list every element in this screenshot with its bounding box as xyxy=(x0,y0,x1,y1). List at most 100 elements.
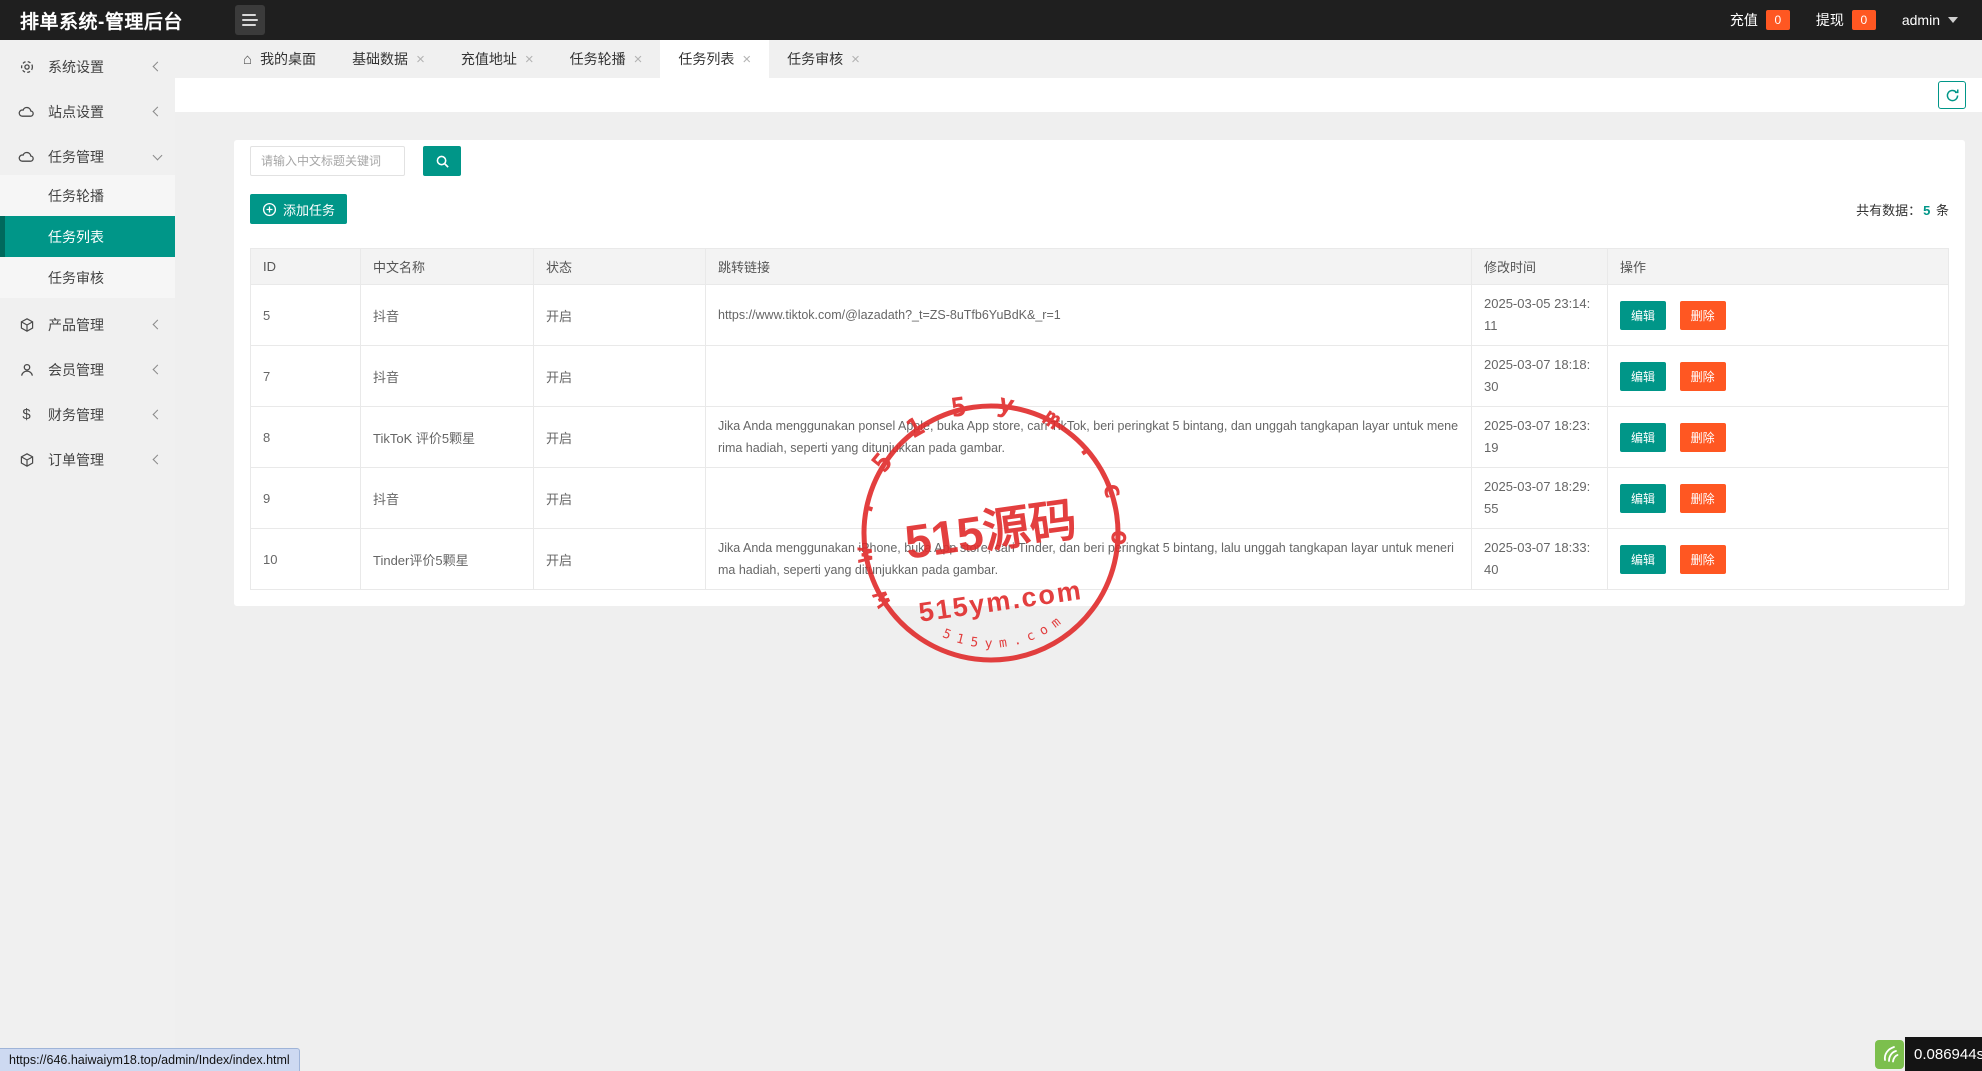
delete-button[interactable]: 删除 xyxy=(1679,422,1726,452)
col-header-name: 中文名称 xyxy=(360,248,534,285)
table-row: 10 Tinder评价5颗星 开启 Jika Anda menggunakan … xyxy=(250,528,1949,590)
chevron-left-icon xyxy=(152,319,163,330)
tab-task-review[interactable]: 任务审核 × xyxy=(769,40,878,78)
user-menu[interactable]: admin xyxy=(1902,12,1958,28)
cell-id: 10 xyxy=(250,528,361,590)
refresh-button[interactable] xyxy=(1938,81,1966,109)
col-header-ops: 操作 xyxy=(1607,248,1949,285)
link-preview-tooltip: https://646.haiwaiym18.top/admin/Index/i… xyxy=(0,1048,300,1071)
delete-button[interactable]: 删除 xyxy=(1679,483,1726,513)
toolbar-strip xyxy=(175,78,1982,112)
sidebar-item-system-settings[interactable]: 系统设置 xyxy=(0,48,175,85)
gear-icon xyxy=(18,58,35,75)
withdraw-label: 提现 xyxy=(1815,12,1844,28)
task-table: ID 中文名称 状态 跳转链接 修改时间 操作 5 抖音 开启 https://… xyxy=(250,248,1949,590)
table-row: 9 抖音 开启 2025-03-07 18:29:55 编辑 删除 xyxy=(250,467,1949,529)
sidebar-item-task-list[interactable]: 任务列表 xyxy=(0,216,175,257)
edit-button[interactable]: 编辑 xyxy=(1620,483,1667,513)
tab-label: 任务轮播 xyxy=(569,51,626,67)
cell-ops: 编辑 删除 xyxy=(1607,345,1949,407)
sidebar-item-task-management[interactable]: 任务管理 xyxy=(0,138,175,175)
cell-status: 开启 xyxy=(533,528,706,590)
sidebar-item-task-review[interactable]: 任务审核 xyxy=(0,257,175,298)
tab-label: 任务审核 xyxy=(787,51,844,67)
hamburger-menu-icon[interactable] xyxy=(235,5,265,35)
cell-status: 开启 xyxy=(533,467,706,529)
chevron-left-icon xyxy=(152,409,163,420)
cell-link xyxy=(705,345,1472,407)
cell-name: 抖音 xyxy=(360,284,534,346)
close-icon[interactable]: × xyxy=(525,52,534,67)
dollar-icon: $ xyxy=(22,406,31,423)
tab-recharge-address[interactable]: 充值地址 × xyxy=(443,40,552,78)
sidebar-item-label: 订单管理 xyxy=(48,451,104,468)
sidebar-item-order-management[interactable]: 订单管理 xyxy=(0,441,175,478)
edit-button[interactable]: 编辑 xyxy=(1620,544,1667,574)
close-icon[interactable]: × xyxy=(742,52,751,67)
col-header-link: 跳转链接 xyxy=(705,248,1472,285)
tab-task-carousel[interactable]: 任务轮播 × xyxy=(552,40,661,78)
sidebar-item-finance-management[interactable]: $ 财务管理 xyxy=(0,396,175,433)
total-count-text: 共有数据： 5 条 xyxy=(1856,200,1949,219)
add-task-button[interactable]: 添加任务 xyxy=(250,194,348,224)
sidebar-item-site-settings[interactable]: 站点设置 xyxy=(0,93,175,130)
cell-id: 9 xyxy=(250,467,361,529)
close-icon[interactable]: × xyxy=(416,52,425,67)
cell-link: Jika Anda menggunakan ponsel Apple, buka… xyxy=(705,406,1472,468)
plus-circle-icon xyxy=(262,202,277,217)
table-row: 7 抖音 开启 2025-03-07 18:18:30 编辑 删除 xyxy=(250,345,1949,407)
sidebar-item-member-management[interactable]: 会员管理 xyxy=(0,351,175,388)
close-icon[interactable]: × xyxy=(851,52,860,67)
delete-button[interactable]: 删除 xyxy=(1679,361,1726,391)
cell-status: 开启 xyxy=(533,284,706,346)
cell-ops: 编辑 删除 xyxy=(1607,284,1949,346)
recharge-label: 充值 xyxy=(1729,12,1758,28)
chevron-down-icon xyxy=(1948,17,1958,23)
sidebar-item-task-carousel[interactable]: 任务轮播 xyxy=(0,175,175,216)
recharge-link[interactable]: 充值 0 xyxy=(1730,10,1790,30)
cell-link: Jika Anda menggunakan iPhone, buka App s… xyxy=(705,528,1472,590)
cell-ops: 编辑 删除 xyxy=(1607,406,1949,468)
close-icon[interactable]: × xyxy=(634,52,643,67)
chevron-down-icon xyxy=(152,150,163,160)
sidebar-item-label: 会员管理 xyxy=(48,361,104,378)
search-button[interactable] xyxy=(423,146,461,176)
withdraw-link[interactable]: 提现 0 xyxy=(1816,10,1876,30)
col-header-id: ID xyxy=(250,248,361,285)
add-task-label: 添加任务 xyxy=(283,202,336,218)
cell-time: 2025-03-07 18:23:19 xyxy=(1471,406,1608,468)
main-content: ⌂ 我的桌面 基础数据 × 充值地址 × 任务轮播 × 任务列表 × 任务审核 … xyxy=(175,40,1982,1071)
sidebar: 系统设置 站点设置 任务管理 任务轮播 任务列表 任务审核 产品管理 会员管理 … xyxy=(0,40,175,1071)
tab-basic-data[interactable]: 基础数据 × xyxy=(334,40,443,78)
cell-time: 2025-03-05 23:14:11 xyxy=(1471,284,1608,346)
chevron-left-icon xyxy=(152,454,163,465)
col-header-status: 状态 xyxy=(533,248,706,285)
delete-button[interactable]: 删除 xyxy=(1679,544,1726,574)
tab-my-desktop[interactable]: ⌂ 我的桌面 xyxy=(225,40,334,78)
home-icon: ⌂ xyxy=(243,50,253,68)
cloud-icon xyxy=(18,103,35,120)
cell-name: 抖音 xyxy=(360,467,534,529)
cell-link xyxy=(705,467,1472,529)
edit-button[interactable]: 编辑 xyxy=(1620,422,1667,452)
sidebar-item-label: 站点设置 xyxy=(48,103,104,120)
thinkphp-logo-icon[interactable] xyxy=(1875,1039,1904,1069)
tab-task-list[interactable]: 任务列表 × xyxy=(660,40,770,78)
table-row: 8 TikToK 评价5颗星 开启 Jika Anda menggunakan … xyxy=(250,406,1949,468)
sidebar-subitem-label: 任务轮播 xyxy=(48,187,104,204)
cell-time: 2025-03-07 18:29:55 xyxy=(1471,467,1608,529)
username: admin xyxy=(1901,12,1940,28)
search-input[interactable] xyxy=(250,146,405,176)
tab-label: 任务列表 xyxy=(678,51,735,67)
sidebar-item-product-management[interactable]: 产品管理 xyxy=(0,306,175,343)
delete-button[interactable]: 删除 xyxy=(1679,300,1726,330)
recharge-count-badge: 0 xyxy=(1765,10,1790,30)
cloud-icon xyxy=(18,148,35,165)
top-header: 排单系统-管理后台 充值 0 提现 0 admin xyxy=(0,0,1982,40)
execution-time: 0.086944s xyxy=(1905,1037,1982,1071)
edit-button[interactable]: 编辑 xyxy=(1620,361,1667,391)
table-row: 5 抖音 开启 https://www.tiktok.com/@lazadath… xyxy=(250,284,1949,346)
edit-button[interactable]: 编辑 xyxy=(1620,300,1667,330)
task-list-card: 添加任务 共有数据：5 条 ID 中文名称 状态 跳转链接 修改时间 操作 xyxy=(234,140,1965,606)
sidebar-item-label: 任务管理 xyxy=(48,148,104,165)
